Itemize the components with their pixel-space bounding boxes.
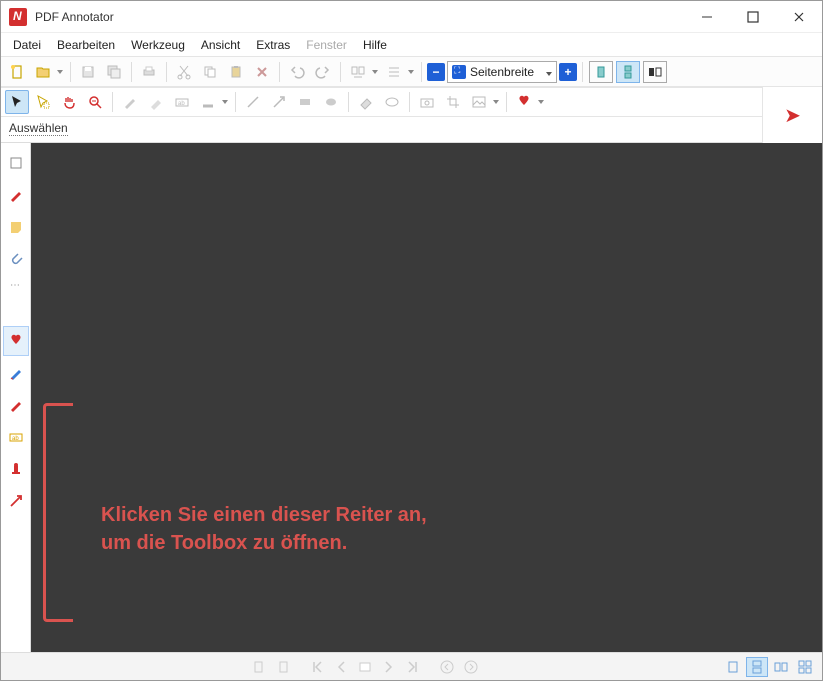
maximize-button[interactable] xyxy=(730,1,776,33)
document-canvas[interactable]: Klicken Sie einen dieser Reiter an, um d… xyxy=(31,143,822,652)
lasso-select-button[interactable] xyxy=(31,90,55,114)
prev-page-button[interactable] xyxy=(330,657,352,677)
pen-tool-button[interactable] xyxy=(118,90,142,114)
content-area: ⋯ ab Klicken Sie einen dieser Reiter an,… xyxy=(1,143,822,652)
page-number-field[interactable] xyxy=(354,657,376,677)
zoom-mode-label: Seitenbreite xyxy=(470,65,542,79)
favorites-dropdown[interactable] xyxy=(536,100,546,104)
open-dropdown[interactable] xyxy=(55,70,65,74)
sidebar-separator: ⋯ xyxy=(10,275,21,295)
zoom-select[interactable]: Seitenbreite xyxy=(447,61,557,83)
minimize-button[interactable] xyxy=(684,1,730,33)
view-single-button[interactable] xyxy=(722,657,744,677)
view-two-page-button[interactable] xyxy=(770,657,792,677)
hint-bracket xyxy=(43,403,73,622)
hint-text: Klicken Sie einen dieser Reiter an, um d… xyxy=(101,501,427,557)
sidebar-tab-stamp[interactable] xyxy=(3,454,29,484)
app-icon xyxy=(9,8,27,26)
menu-window: Fenster xyxy=(300,36,353,54)
title-bar: PDF Annotator xyxy=(1,1,822,33)
menu-view[interactable]: Ansicht xyxy=(195,36,246,54)
copy-button[interactable] xyxy=(198,60,222,84)
menu-file[interactable]: Datei xyxy=(7,36,47,54)
status-bar xyxy=(1,652,822,680)
select-tool-button[interactable] xyxy=(5,90,29,114)
annotation-toolbar-row: ab Auswählen ➤ xyxy=(1,87,822,143)
eraser-tool-button[interactable] xyxy=(354,90,378,114)
menu-help[interactable]: Hilfe xyxy=(357,36,393,54)
nav-forward-button[interactable] xyxy=(460,657,482,677)
zoom-fit-icon xyxy=(452,65,466,79)
snapshot-button[interactable] xyxy=(415,90,439,114)
image-dropdown[interactable] xyxy=(491,100,501,104)
sidebar-tab-attachment[interactable] xyxy=(3,244,29,274)
next-page-button[interactable] xyxy=(378,657,400,677)
annotations-list-dropdown[interactable] xyxy=(406,70,416,74)
text-tool-button[interactable]: ab xyxy=(170,90,194,114)
new-button[interactable] xyxy=(5,60,29,84)
layout-continuous-button[interactable] xyxy=(616,61,640,83)
left-sidebar: ⋯ ab xyxy=(1,143,31,652)
cursor-icon: ➤ xyxy=(784,103,801,128)
redo-button[interactable] xyxy=(311,60,335,84)
layout-two-page-button[interactable] xyxy=(643,61,667,83)
text-underline-button[interactable] xyxy=(196,90,220,114)
sidebar-tab-checkbox[interactable] xyxy=(3,148,29,178)
paste-button[interactable] xyxy=(224,60,248,84)
zoom-tool-button[interactable] xyxy=(83,90,107,114)
close-button[interactable] xyxy=(776,1,822,33)
pan-tool-button[interactable] xyxy=(57,90,81,114)
zoom-out-button[interactable]: − xyxy=(427,63,445,81)
favorites-button[interactable] xyxy=(512,90,536,114)
window-title: PDF Annotator xyxy=(35,10,684,24)
print-button[interactable] xyxy=(137,60,161,84)
page-rotate-left-button[interactable] xyxy=(248,657,270,677)
sidebar-tab-pen-blue[interactable] xyxy=(3,358,29,388)
sidebar-tab-arrow[interactable] xyxy=(3,486,29,516)
last-page-button[interactable] xyxy=(402,657,424,677)
rectangle-tool-button[interactable] xyxy=(293,90,317,114)
tool-description: Auswählen xyxy=(1,117,762,143)
sidebar-tab-favorites[interactable] xyxy=(3,326,29,356)
sidebar-tab-note[interactable] xyxy=(3,212,29,242)
menu-extras[interactable]: Extras xyxy=(250,36,296,54)
save-button[interactable] xyxy=(76,60,100,84)
delete-button[interactable] xyxy=(250,60,274,84)
sidebar-tab-pen[interactable] xyxy=(3,180,29,210)
menu-edit[interactable]: Bearbeiten xyxy=(51,36,121,54)
annotations-list-button[interactable] xyxy=(382,60,406,84)
underline-dropdown[interactable] xyxy=(220,100,230,104)
view-two-continuous-button[interactable] xyxy=(794,657,816,677)
first-page-button[interactable] xyxy=(306,657,328,677)
find-dropdown[interactable] xyxy=(370,70,380,74)
line-tool-button[interactable] xyxy=(241,90,265,114)
layout-single-button[interactable] xyxy=(589,61,613,83)
undo-button[interactable] xyxy=(285,60,309,84)
arrow-tool-button[interactable] xyxy=(267,90,291,114)
image-tool-button[interactable] xyxy=(467,90,491,114)
cut-button[interactable] xyxy=(172,60,196,84)
menu-tool[interactable]: Werkzeug xyxy=(125,36,191,54)
open-button[interactable] xyxy=(31,60,55,84)
zoom-dropdown-icon xyxy=(546,65,552,79)
crop-button[interactable] xyxy=(441,90,465,114)
nav-back-button[interactable] xyxy=(436,657,458,677)
ellipse-tool-button[interactable] xyxy=(319,90,343,114)
save-as-button[interactable] xyxy=(102,60,126,84)
menu-bar: Datei Bearbeiten Werkzeug Ansicht Extras… xyxy=(1,33,822,57)
cursor-preview-panel: ➤ xyxy=(762,87,822,143)
main-toolbar: − Seitenbreite + xyxy=(1,57,822,87)
sidebar-tab-textbox[interactable]: ab xyxy=(3,422,29,452)
svg-text:ab: ab xyxy=(178,101,185,107)
svg-text:ab: ab xyxy=(12,436,19,442)
sidebar-tab-pencil[interactable] xyxy=(3,390,29,420)
whiteout-tool-button[interactable] xyxy=(380,90,404,114)
find-button[interactable] xyxy=(346,60,370,84)
annotation-toolbar: ab xyxy=(1,87,762,117)
view-continuous-button[interactable] xyxy=(746,657,768,677)
marker-tool-button[interactable] xyxy=(144,90,168,114)
zoom-in-button[interactable]: + xyxy=(559,63,577,81)
page-rotate-right-button[interactable] xyxy=(272,657,294,677)
